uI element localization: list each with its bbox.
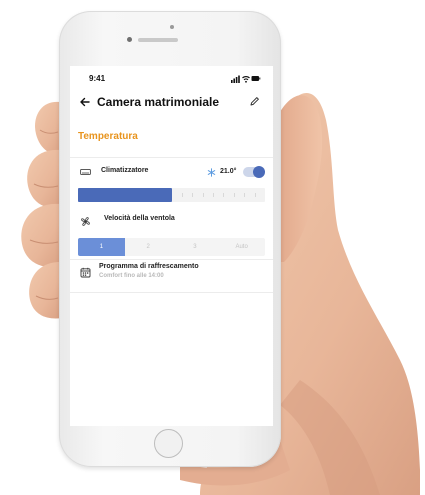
temperature-slider[interactable] (78, 188, 265, 202)
arrow-left-icon[interactable] (79, 96, 91, 108)
battery-icon (251, 76, 261, 81)
fan-label: Velocità della ventola (104, 215, 175, 222)
slider-tick (223, 193, 224, 197)
divider (70, 157, 273, 158)
schedule-title: Programma di raffrescamento (99, 263, 199, 270)
divider (70, 292, 273, 293)
slider-tick (213, 193, 214, 197)
air-conditioner-icon (80, 168, 91, 175)
climate-label: Climatizzatore (101, 167, 149, 174)
calendar-icon (80, 267, 91, 278)
signal-icon (231, 75, 240, 83)
app-screen: 9:41 Camera matrimoniale Temperatura Cli… (70, 66, 273, 426)
slider-tick (255, 193, 256, 197)
climate-toggle[interactable] (243, 166, 265, 178)
fan-speed-option[interactable]: 3 (172, 238, 219, 256)
sensor-dot (170, 25, 174, 29)
pencil-icon[interactable] (249, 96, 260, 107)
fan-speed-option[interactable]: 1 (78, 238, 125, 256)
status-bar: 9:41 (70, 66, 273, 88)
slider-tick (203, 193, 204, 197)
divider (70, 259, 273, 260)
toggle-knob (253, 166, 265, 178)
slider-fill (78, 188, 172, 202)
fan-speed-option[interactable]: Auto (218, 238, 265, 256)
slider-tick (244, 193, 245, 197)
schedule-subtitle: Comfort fino alle 14:00 (99, 273, 164, 279)
front-camera (127, 37, 132, 42)
home-button[interactable] (154, 429, 183, 458)
header: Camera matrimoniale (70, 92, 273, 114)
slider-tick (234, 193, 235, 197)
temperature-value: 21.0° (220, 168, 237, 175)
fan-icon (81, 217, 90, 226)
status-time: 9:41 (89, 74, 106, 83)
slider-tick (182, 193, 183, 197)
section-title: Temperatura (78, 131, 138, 142)
slider-tick (192, 193, 193, 197)
status-icons (231, 75, 261, 83)
fan-speed-selector: 1 2 3 Auto (78, 238, 265, 256)
page-title: Camera matrimoniale (97, 95, 220, 109)
snowflake-icon (207, 168, 216, 177)
wifi-icon (242, 76, 250, 83)
fan-speed-option[interactable]: 2 (125, 238, 172, 256)
earpiece-speaker (138, 38, 178, 42)
stage: 9:41 Camera matrimoniale Temperatura Cli… (0, 0, 425, 495)
